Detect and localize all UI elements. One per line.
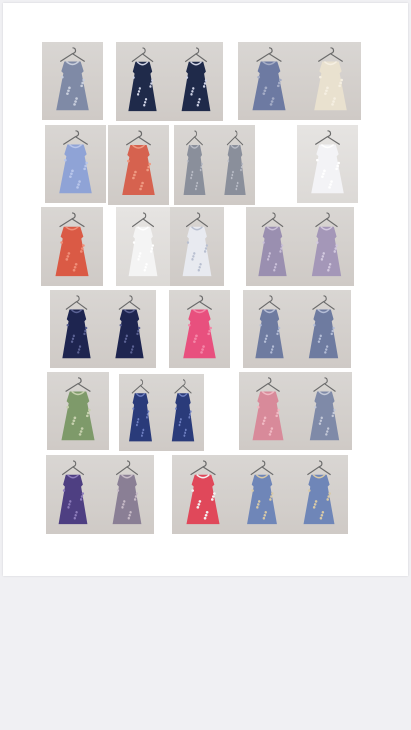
- photo-check-shirt-back: [296, 290, 351, 368]
- photo-blue-pinafore: [238, 42, 300, 120]
- photo-collage-sheet: [3, 3, 408, 576]
- photo-pink-dress: [169, 290, 230, 368]
- photo-navy-floral-dress-front: [50, 290, 103, 368]
- photo-cream-pinafore: [300, 42, 361, 120]
- photo-blue-collar-dress-front: [119, 374, 162, 451]
- photo-floral-blouse-front: [246, 207, 299, 286]
- photo-blue-tiered-sundress-front: [234, 455, 290, 534]
- photo-floral-sundress-back: [297, 372, 352, 450]
- photo-white-print-dress: [170, 207, 224, 286]
- photo-red-collar-dress: [41, 207, 103, 286]
- photo-gingham-dress: [42, 42, 103, 120]
- photo-green-floral-sundress: [47, 372, 109, 450]
- photo-floral-romper-front: [174, 125, 215, 205]
- photo-blue-tiered-sundress-back: [290, 455, 348, 534]
- photo-light-blue-dress: [45, 125, 106, 203]
- photo-purple-floral-dress-back: [100, 455, 154, 534]
- photo-check-shirt-front: [243, 290, 296, 368]
- photo-purple-floral-dress-front: [46, 455, 100, 534]
- photo-navy-floral-dress-back: [103, 290, 156, 368]
- photo-check-pinafore-dress-front: [116, 42, 169, 121]
- photo-pink-check-dress: [239, 372, 297, 450]
- photo-strawberry-dress: [172, 455, 234, 534]
- photo-red-floral-dress: [108, 125, 169, 205]
- photo-floral-romper-back: [215, 125, 255, 205]
- photo-check-pinafore-dress-back: [169, 42, 223, 121]
- photo-floral-blouse-back: [299, 207, 354, 286]
- photo-white-eyelet-dress: [116, 207, 170, 286]
- photo-blue-collar-dress-back: [162, 374, 204, 451]
- photo-white-dress: [297, 125, 358, 203]
